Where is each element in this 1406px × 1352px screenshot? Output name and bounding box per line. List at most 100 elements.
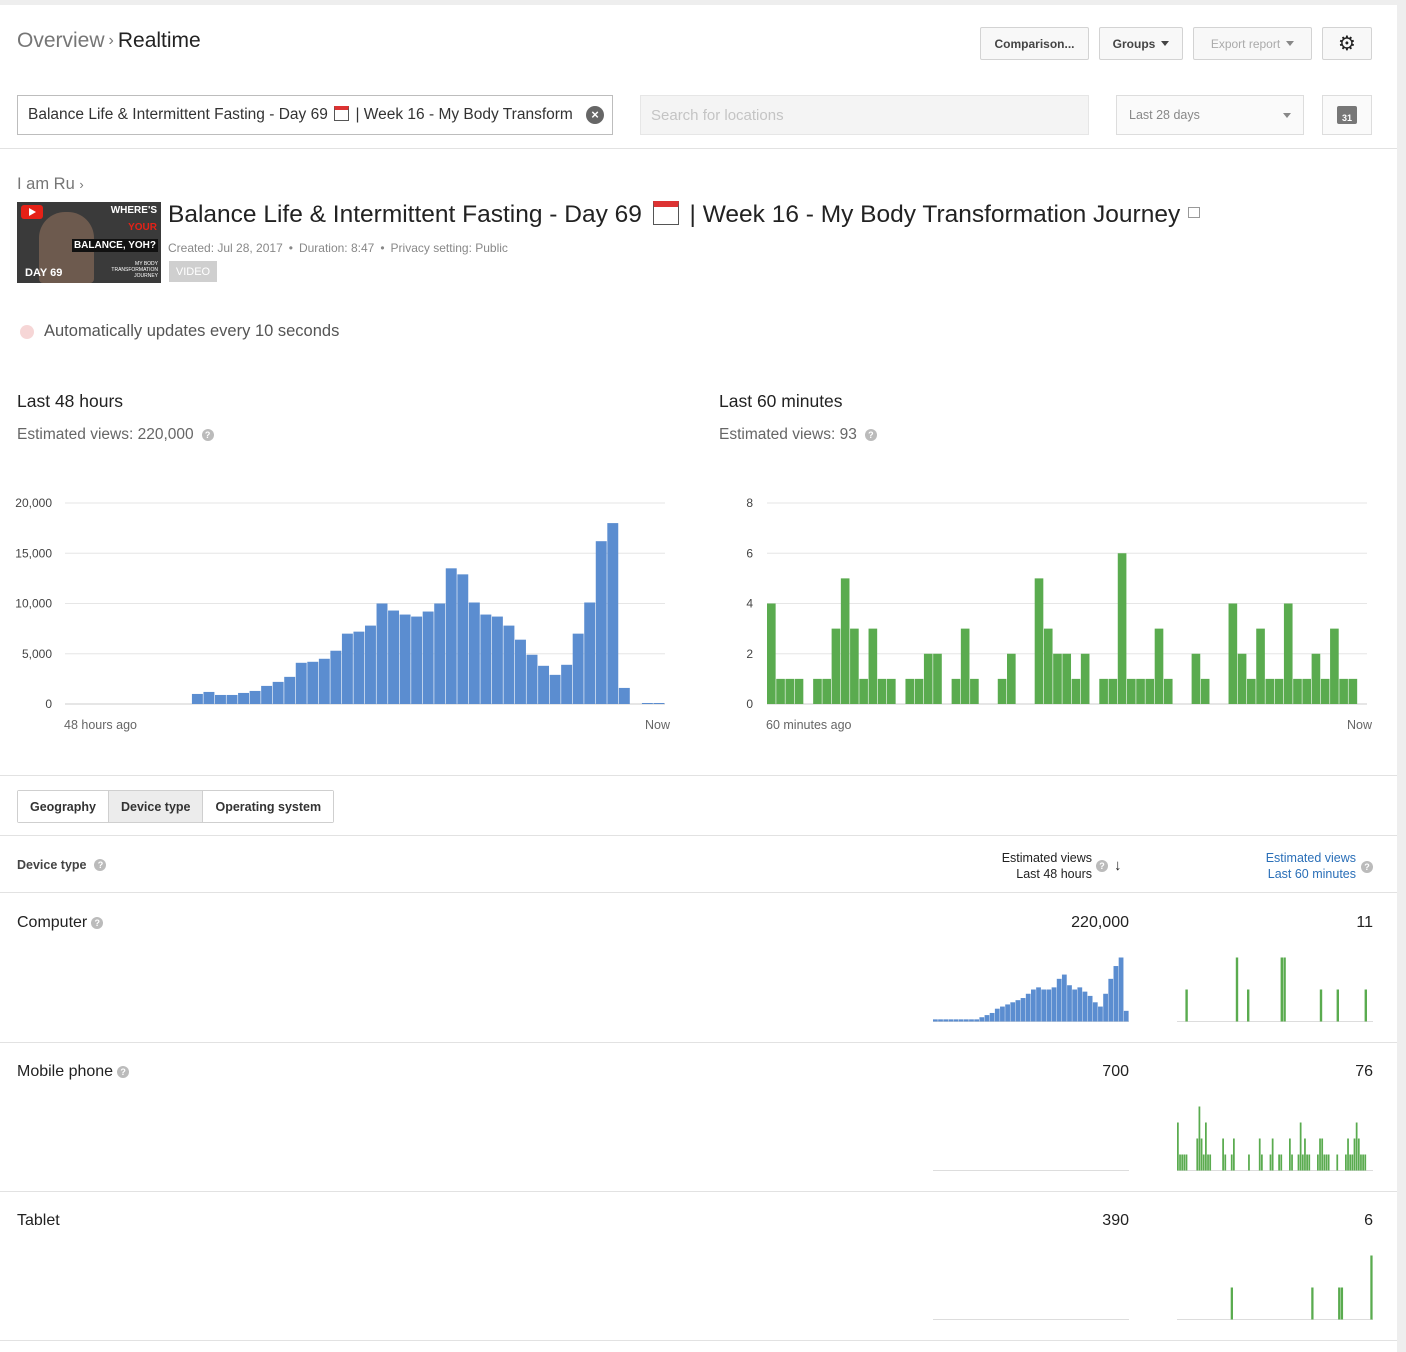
comparison-button[interactable]: Comparison... bbox=[980, 27, 1089, 60]
help-icon[interactable]: ? bbox=[117, 1066, 130, 1078]
chart-bar bbox=[1080, 653, 1090, 704]
row-tablet-label: Tablet bbox=[17, 1212, 60, 1229]
external-link-icon[interactable] bbox=[1188, 207, 1201, 218]
tab-geography[interactable]: Geography bbox=[18, 791, 109, 822]
settings-button[interactable]: ⚙ bbox=[1322, 27, 1372, 60]
chart-bar bbox=[295, 662, 307, 704]
sparkline-bar bbox=[1289, 1138, 1291, 1171]
sparkline-bar bbox=[1362, 1154, 1364, 1171]
sparkline-bar bbox=[1087, 995, 1093, 1022]
chart-48h: 0 5,000 10,000 15,000 20,000 48 hours ago Now bbox=[15, 496, 671, 732]
sparkline-bar bbox=[1185, 989, 1188, 1022]
chart-bar bbox=[831, 628, 841, 704]
chevron-down-icon bbox=[1286, 41, 1295, 46]
export-report-button[interactable]: Export report bbox=[1193, 27, 1312, 60]
sparkline-bar bbox=[1336, 1154, 1339, 1171]
chart-bar bbox=[561, 664, 573, 704]
x-end-label: Now bbox=[645, 718, 671, 732]
channel-name: I am Ru bbox=[17, 175, 75, 193]
sparkline-bar bbox=[1364, 989, 1367, 1022]
sparkline-bar bbox=[1323, 1154, 1326, 1171]
sparkline-bar bbox=[1233, 1138, 1235, 1171]
divider bbox=[0, 835, 1397, 836]
chart-bar bbox=[422, 611, 434, 704]
help-icon[interactable]: ? bbox=[864, 429, 877, 441]
sparkline-bar bbox=[1224, 1154, 1227, 1171]
video-search-field[interactable]: Balance Life & Intermittent Fasting - Da… bbox=[17, 95, 613, 135]
video-title: Balance Life & Intermittent Fasting - Da… bbox=[168, 201, 1201, 229]
sparkline-bar bbox=[1183, 1154, 1186, 1171]
chart-bar bbox=[491, 616, 503, 704]
chart-bar bbox=[859, 678, 868, 704]
chart-bar bbox=[641, 702, 653, 704]
chart-60m-subtitle: Estimated views: 93? bbox=[719, 426, 877, 444]
date-range-select[interactable]: Last 28 days bbox=[1116, 95, 1304, 135]
groups-button[interactable]: Groups bbox=[1099, 27, 1183, 60]
calendar-button[interactable]: 31 bbox=[1322, 95, 1372, 135]
sparkline-bar bbox=[984, 1015, 990, 1022]
thumbnail-text: WHERE'S bbox=[110, 205, 157, 216]
sparkline-bar bbox=[1056, 978, 1062, 1022]
sparkline-bar bbox=[1248, 1154, 1250, 1171]
sparkline-bar bbox=[969, 1019, 974, 1022]
sparkline-bar bbox=[1092, 1002, 1098, 1022]
sparkline-bar bbox=[1205, 1122, 1207, 1171]
chart-bar bbox=[399, 614, 411, 704]
divider bbox=[0, 892, 1397, 893]
column-header-60-icons: ? bbox=[1361, 861, 1373, 873]
chart-bar bbox=[1256, 628, 1265, 704]
chart-bar bbox=[1154, 628, 1164, 704]
column-header-views-48h[interactable]: Estimated views Last 48 hours bbox=[1002, 850, 1092, 882]
chart-bar bbox=[1348, 678, 1358, 704]
channel-link[interactable]: I am Ru › bbox=[17, 175, 84, 194]
y-tick-label: 4 bbox=[746, 597, 753, 611]
column-header-views-60m[interactable]: Estimated views Last 60 minutes bbox=[1266, 850, 1356, 882]
chart-bar bbox=[813, 678, 822, 704]
chart-bar bbox=[1108, 678, 1118, 704]
sparkline-bar bbox=[1202, 1154, 1205, 1171]
chart-bar bbox=[468, 602, 480, 704]
help-icon[interactable]: ? bbox=[94, 859, 107, 871]
sparkline-bar bbox=[1327, 1154, 1330, 1171]
help-icon[interactable]: ? bbox=[1361, 861, 1373, 873]
scrollbar-track[interactable] bbox=[1397, 0, 1406, 1352]
thumbnail-text: MY BODY TRANSFORMATION JOURNEY bbox=[111, 261, 158, 279]
chart-bar bbox=[272, 681, 284, 704]
y-tick-label: 5,000 bbox=[22, 647, 52, 661]
video-thumbnail[interactable]: WHERE'S YOUR BALANCE, YOH? DAY 69 MY BOD… bbox=[17, 202, 161, 283]
sparkline-bar bbox=[1061, 974, 1067, 1022]
chart-bar bbox=[1163, 678, 1173, 704]
column-header-device-type: Device type? bbox=[17, 858, 107, 872]
chart-48h-title: Last 48 hours bbox=[17, 391, 124, 411]
sparkline-bar bbox=[1357, 1138, 1360, 1171]
sparkline-60m bbox=[1177, 957, 1373, 1022]
help-icon[interactable]: ? bbox=[1096, 859, 1108, 872]
divider bbox=[0, 148, 1397, 149]
chart-bar bbox=[191, 693, 203, 704]
clear-icon[interactable]: × bbox=[586, 106, 604, 124]
y-tick-label: 10,000 bbox=[15, 597, 52, 611]
sparkline-bar bbox=[1301, 1154, 1304, 1171]
help-icon[interactable]: ? bbox=[91, 917, 104, 929]
tab-operating-system[interactable]: Operating system bbox=[203, 791, 334, 822]
tab-device-type[interactable]: Device type bbox=[109, 791, 204, 822]
youtube-logo-icon bbox=[21, 205, 43, 219]
chart-48h-views: Estimated views: 220,000 bbox=[17, 426, 194, 443]
column-header-60-line2: Last 60 minutes bbox=[1267, 867, 1356, 881]
location-search-input[interactable] bbox=[640, 95, 1089, 135]
chart-bar bbox=[923, 653, 933, 704]
chart-bar bbox=[1099, 678, 1108, 704]
sparkline-bar bbox=[1072, 989, 1078, 1022]
sparkline-bar bbox=[1261, 1154, 1263, 1171]
chevron-down-icon bbox=[1161, 41, 1170, 46]
sparkline-bar bbox=[963, 1019, 969, 1022]
thumbnail-text: DAY 69 bbox=[25, 267, 63, 279]
chevron-right-icon: › bbox=[79, 177, 84, 192]
chart-bar bbox=[238, 692, 250, 704]
chart-bar bbox=[365, 625, 376, 704]
calendar-emoji-icon bbox=[652, 201, 679, 225]
breadcrumb-overview[interactable]: Overview bbox=[17, 29, 105, 52]
sparkline-bar bbox=[1319, 1138, 1321, 1171]
help-icon[interactable]: ? bbox=[201, 429, 214, 441]
column-header-device-label: Device type bbox=[17, 858, 87, 872]
